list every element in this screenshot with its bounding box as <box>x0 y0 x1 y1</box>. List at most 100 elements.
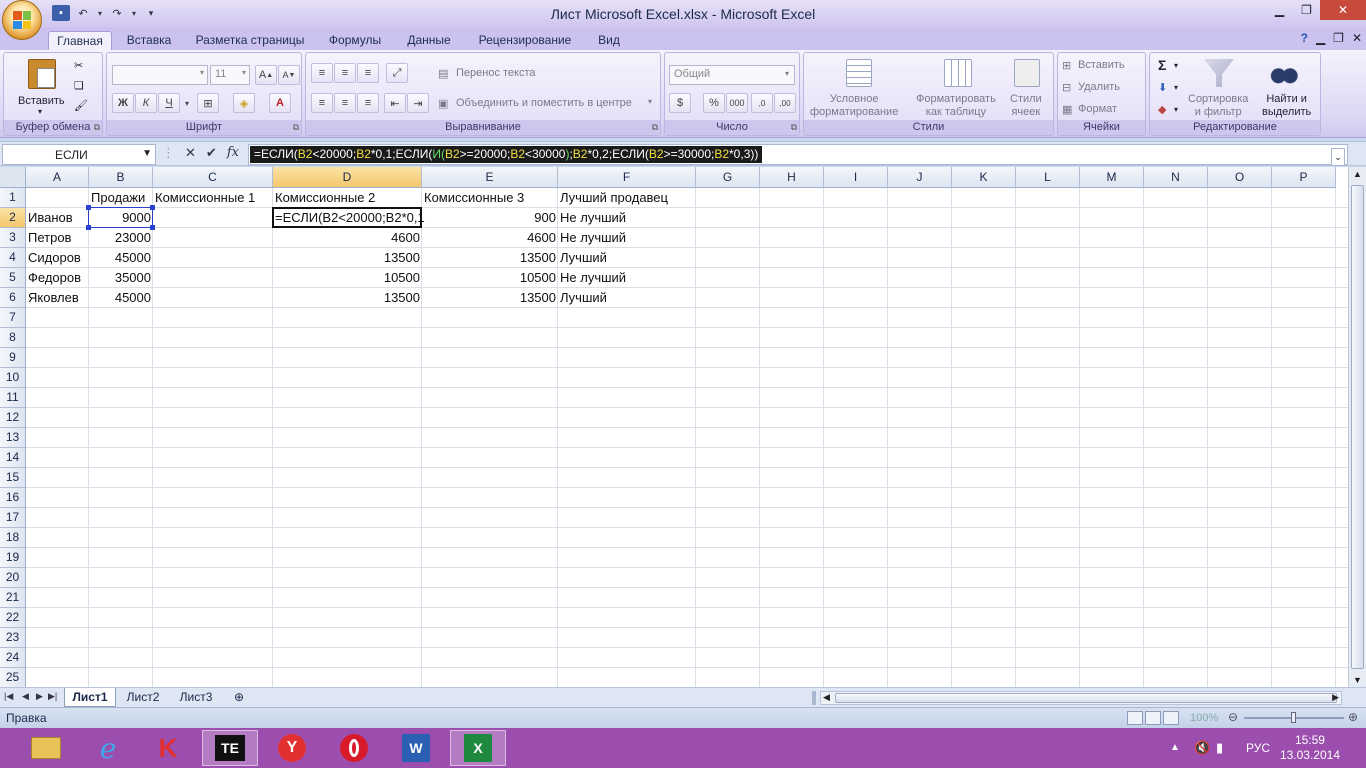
column-header-L[interactable]: L <box>1016 167 1080 188</box>
clear-icon[interactable]: ◆ <box>1158 103 1166 116</box>
cell-A3[interactable]: Петров <box>26 228 89 248</box>
network-icon[interactable]: ▮ <box>1216 740 1223 756</box>
row-header-8[interactable]: 8 <box>0 328 26 348</box>
row-header-18[interactable]: 18 <box>0 528 26 548</box>
number-launcher-icon[interactable]: ⧉ <box>791 122 797 133</box>
first-sheet-icon[interactable]: |◀ <box>4 691 13 702</box>
row-header-4[interactable]: 4 <box>0 248 26 268</box>
cell-A2[interactable]: Иванов <box>26 208 89 228</box>
row-header-10[interactable]: 10 <box>0 368 26 388</box>
column-header-K[interactable]: K <box>952 167 1016 188</box>
row-header-24[interactable]: 24 <box>0 648 26 668</box>
expand-formula-bar-icon[interactable]: ⌄ <box>1331 148 1345 166</box>
number-format-field[interactable]: Общий <box>669 65 795 85</box>
input-language[interactable]: РУС <box>1246 741 1270 755</box>
opera-taskbar-icon[interactable] <box>326 730 382 766</box>
page-break-view-button[interactable] <box>1163 711 1179 725</box>
cell-E1[interactable]: Комиссионные 3 <box>422 188 558 208</box>
enter-entry-icon[interactable]: ✔ <box>206 145 217 161</box>
autosum-icon[interactable]: Σ <box>1158 57 1166 73</box>
wrap-text-button[interactable]: Перенос текста <box>456 67 536 79</box>
page-layout-view-button[interactable] <box>1145 711 1161 725</box>
insert-function-icon[interactable]: fx <box>227 145 239 161</box>
column-header-O[interactable]: O <box>1208 167 1272 188</box>
grow-font-button[interactable]: A ▲ <box>255 65 277 85</box>
column-header-G[interactable]: G <box>696 167 760 188</box>
excel-taskbar-icon[interactable]: X <box>450 730 506 766</box>
delete-cells-button[interactable]: Удалить <box>1078 81 1120 93</box>
cell-F4[interactable]: Лучший <box>558 248 696 268</box>
align-bottom-button[interactable]: ≡ <box>357 63 379 83</box>
thousands-button[interactable]: 000 <box>726 93 748 113</box>
font-color-button[interactable]: A <box>269 93 291 113</box>
align-middle-button[interactable]: ≡ <box>334 63 356 83</box>
tab-view[interactable]: Вид <box>590 31 628 50</box>
doc-minimize-icon[interactable]: ▁ <box>1316 31 1325 45</box>
tab-insert[interactable]: Вставка <box>118 31 180 50</box>
decrease-decimal-button[interactable]: ,00 <box>774 93 796 113</box>
copy-icon[interactable]: ❏ <box>74 79 84 92</box>
clock[interactable]: 15:59 13.03.2014 <box>1280 733 1340 763</box>
row-header-22[interactable]: 22 <box>0 608 26 628</box>
column-header-I[interactable]: I <box>824 167 888 188</box>
worksheet-grid[interactable]: A B C D E F G H I J K L M N O P 1 2 3 4 5 6 7 8 9 10 11 12 13 14 15 16 1… <box>0 167 1348 687</box>
zoom-level[interactable]: 100% <box>1190 712 1218 724</box>
format-painter-icon[interactable]: 🖌 <box>74 99 88 112</box>
vertical-scroll-thumb[interactable] <box>1351 185 1364 669</box>
fill-color-button[interactable]: ◈ <box>233 93 255 113</box>
office-button[interactable] <box>2 0 42 40</box>
close-button[interactable]: ✕ <box>1320 0 1366 20</box>
zoom-in-icon[interactable]: ⊕ <box>1348 710 1358 724</box>
align-left-button[interactable]: ≡ <box>311 93 333 113</box>
cell-B2[interactable]: 9000 <box>89 208 153 228</box>
scroll-down-icon[interactable]: ▼ <box>1353 675 1362 685</box>
row-header-23[interactable]: 23 <box>0 628 26 648</box>
cell-C1[interactable]: Комиссионные 1 <box>153 188 273 208</box>
cell-B3[interactable]: 23000 <box>89 228 153 248</box>
cell-D1[interactable]: Комиссионные 2 <box>273 188 422 208</box>
maximize-button[interactable]: ❐ <box>1293 0 1320 20</box>
cell-D5[interactable]: 10500 <box>273 268 422 288</box>
cell-E5[interactable]: 10500 <box>422 268 558 288</box>
row-header-11[interactable]: 11 <box>0 388 26 408</box>
zoom-out-icon[interactable]: ⊖ <box>1228 710 1238 724</box>
format-as-table-button[interactable]: Форматировать как таблицу <box>916 93 996 119</box>
normal-view-button[interactable] <box>1127 711 1143 725</box>
kaspersky-taskbar-icon[interactable]: K <box>140 730 196 766</box>
row-header-17[interactable]: 17 <box>0 508 26 528</box>
number-format-dropdown-icon[interactable]: ▾ <box>785 69 789 78</box>
paste-dropdown-icon[interactable]: ▾ <box>38 107 42 116</box>
tab-page-layout[interactable]: Разметка страницы <box>188 31 312 50</box>
row-header-12[interactable]: 12 <box>0 408 26 428</box>
font-launcher-icon[interactable]: ⧉ <box>293 122 299 133</box>
shrink-font-button[interactable]: A ▼ <box>278 65 300 85</box>
sheet-tab-3[interactable]: Лист3 <box>172 688 220 707</box>
horizontal-scrollbar[interactable]: ◀ ▶ <box>820 691 1342 705</box>
column-header-C[interactable]: C <box>153 167 273 188</box>
scroll-left-icon[interactable]: ◀ <box>823 692 830 703</box>
cell-E4[interactable]: 13500 <box>422 248 558 268</box>
percent-button[interactable]: % <box>703 93 725 113</box>
row-header-13[interactable]: 13 <box>0 428 26 448</box>
cell-A6[interactable]: Яковлев <box>26 288 89 308</box>
cell-B5[interactable]: 35000 <box>89 268 153 288</box>
tray-expand-icon[interactable]: ▲ <box>1170 742 1180 753</box>
yandex-browser-taskbar-icon[interactable]: Y <box>264 730 320 766</box>
explorer-taskbar-icon[interactable] <box>18 730 74 766</box>
tab-home[interactable]: Главная <box>48 31 112 50</box>
cell-F6[interactable]: Лучший <box>558 288 696 308</box>
column-header-J[interactable]: J <box>888 167 952 188</box>
font-name-dropdown-icon[interactable]: ▾ <box>200 68 204 77</box>
cell-F1[interactable]: Лучший продавец <box>558 188 696 208</box>
column-header-F[interactable]: F <box>558 167 696 188</box>
merge-dropdown-icon[interactable]: ▾ <box>648 97 652 106</box>
vertical-scrollbar[interactable]: ▲ ▼ <box>1348 167 1366 687</box>
internet-explorer-taskbar-icon[interactable]: e <box>80 730 136 766</box>
doc-close-icon[interactable]: ✕ <box>1352 31 1362 45</box>
align-right-button[interactable]: ≡ <box>357 93 379 113</box>
cell-B1[interactable]: Продажи <box>89 188 153 208</box>
cell-B4[interactable]: 45000 <box>89 248 153 268</box>
align-top-button[interactable]: ≡ <box>311 63 333 83</box>
borders-button[interactable]: ⊞ <box>197 93 219 113</box>
orientation-button[interactable]: ⤢ <box>386 63 408 83</box>
